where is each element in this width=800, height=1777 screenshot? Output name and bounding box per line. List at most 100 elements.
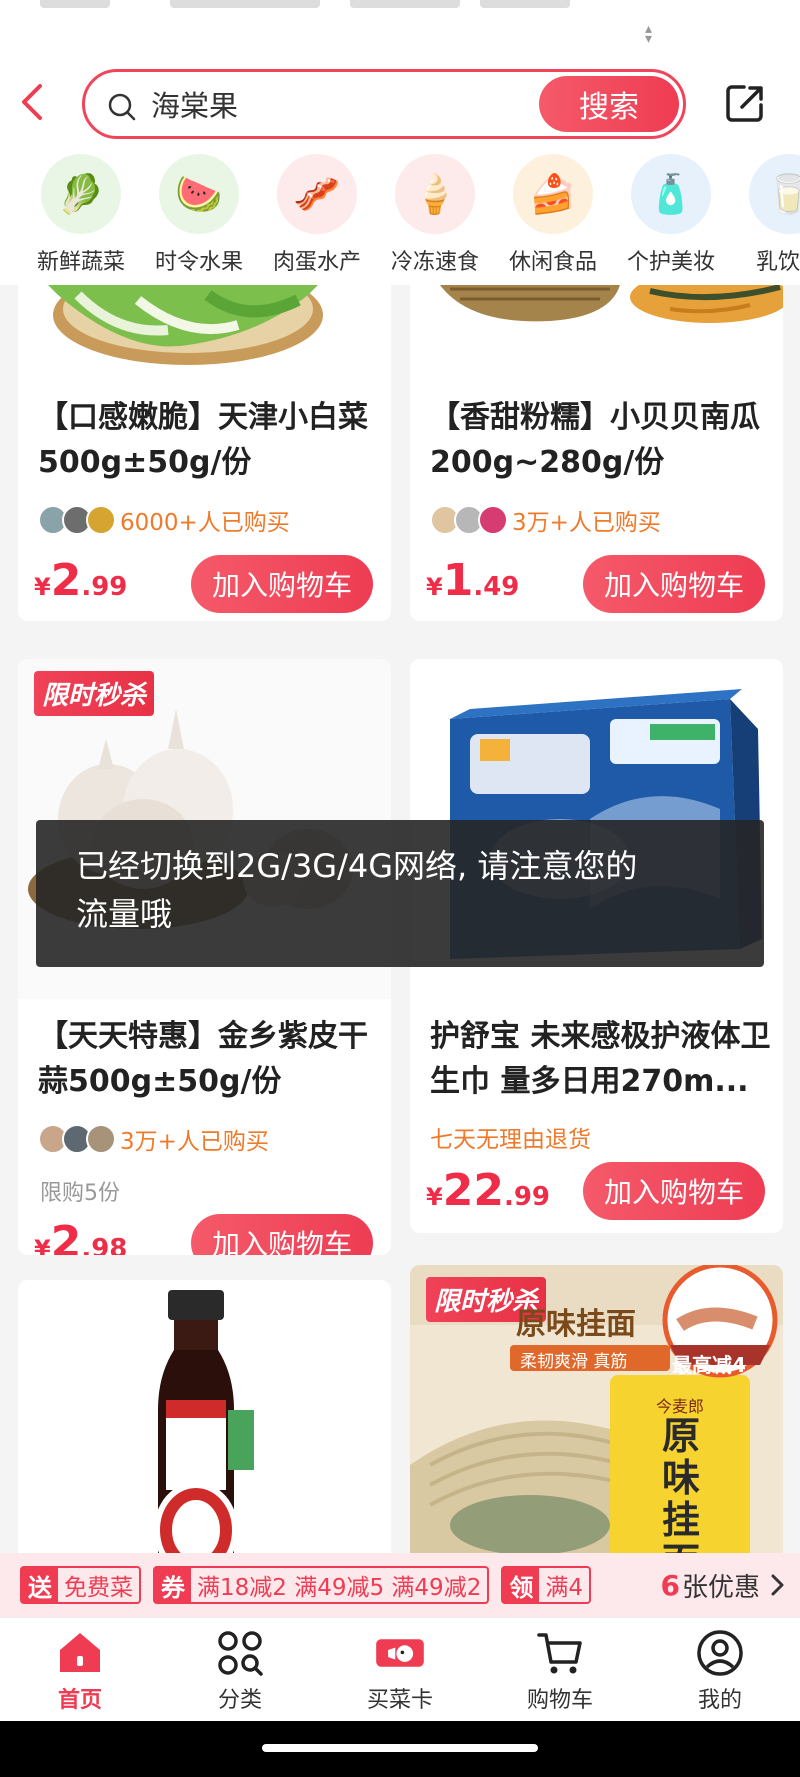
dairy-drink-icon: 🥛	[749, 154, 800, 234]
coupon-count-label: 张优惠	[681, 1572, 760, 1603]
chip-text: 满18减2 满49减5 满49减2	[197, 1575, 482, 1601]
status-item	[40, 0, 110, 8]
coupon-chip[interactable]: 券 满18减2 满49减5 满49减2	[153, 1566, 490, 1604]
product-title: 【香甜粉糯】小贝贝南瓜 200g~280g/份	[430, 400, 760, 480]
category-snacks[interactable]: 🍰 休闲食品	[494, 145, 612, 285]
chip-tag: 领	[503, 1568, 540, 1602]
chevron-right-icon	[771, 1574, 784, 1596]
product-image	[440, 285, 783, 323]
price-decimal: .98	[81, 1234, 128, 1255]
product-image	[154, 1290, 254, 1555]
avatar	[86, 505, 116, 535]
category-bar: 🥬 新鲜蔬菜 🍉 时令水果 🥓 肉蛋水产 🍦 冷冻速食 🍰 休闲食品 🧴 个护美…	[0, 145, 800, 285]
price: ¥22.99	[426, 1165, 550, 1216]
bottom-nav: 首页 分类 买菜卡 购物车 我的	[0, 1617, 800, 1721]
free-veg-chip[interactable]: 送 免费菜	[20, 1566, 141, 1604]
search-input[interactable]	[151, 86, 451, 122]
category-label: 休闲食品	[508, 250, 597, 275]
claim-chip[interactable]: 领 满4	[501, 1566, 591, 1604]
product-title: 【口感嫩脆】天津小白菜500g±50g/份	[38, 400, 368, 480]
product-title: 护舒宝 未来感极护液体卫生巾 量多日用270m...	[430, 1019, 771, 1099]
back-button[interactable]	[14, 80, 54, 124]
product-image	[48, 285, 323, 365]
category-frozen[interactable]: 🍦 冷冻速食	[376, 145, 494, 285]
product-card[interactable]: 【口感嫩脆】天津小白菜500g±50g/份 6000+人已购买 ¥2.99 加入…	[18, 285, 391, 621]
search-header: 搜索	[0, 60, 800, 145]
home-indicator[interactable]	[262, 1744, 538, 1752]
nav-category[interactable]: 分类	[160, 1618, 320, 1721]
price: ¥2.99	[34, 555, 127, 606]
coupon-count: 6	[660, 1568, 680, 1602]
nav-cart[interactable]: 购物车	[480, 1618, 640, 1721]
nav-label: 买菜卡	[366, 1688, 433, 1713]
nav-label: 购物车	[526, 1688, 593, 1713]
buyers-row: 3万+人已购买	[430, 503, 661, 537]
product-card[interactable]: 限时秒杀 原味挂面 柔韧爽滑 真筋 最高减4 今麦郎 原味挂面	[410, 1265, 783, 1555]
promo-bar[interactable]: 送 免费菜 券 满18减2 满49减5 满49减2 领 满4 6 张优惠	[0, 1553, 800, 1617]
chip-tag: 送	[22, 1568, 58, 1602]
meat-icon: 🥓	[277, 154, 357, 234]
category-label: 时令水果	[154, 250, 243, 275]
add-to-cart-button[interactable]: 加入购物车	[583, 555, 765, 613]
category-label: 个护美妆	[626, 250, 715, 275]
noodle-pack-name: 原味挂面	[662, 1414, 701, 1555]
fruit-icon: 🍉	[159, 154, 239, 234]
vegetable-icon: 🥬	[41, 154, 121, 234]
category-fruits[interactable]: 🍉 时令水果	[140, 145, 258, 285]
status-item	[480, 0, 570, 8]
toast-line: 流量哦	[76, 895, 173, 933]
chip-tag: 券	[155, 1568, 191, 1602]
sort-arrows-icon[interactable]: ▴ ▾	[645, 22, 652, 46]
chevron-left-icon	[22, 84, 42, 120]
price-integer: 2	[50, 1217, 82, 1255]
purchase-limit: 限购5份	[40, 1181, 120, 1206]
category-vegetables[interactable]: 🥬 新鲜蔬菜	[22, 145, 140, 285]
add-to-cart-button[interactable]: 加入购物车	[583, 1162, 765, 1220]
nav-home[interactable]: 首页	[0, 1618, 160, 1721]
buyers-count: 3万+人已购买	[512, 510, 661, 536]
chip-text: 免费菜	[64, 1575, 133, 1601]
price-integer: 2	[50, 555, 82, 606]
toast-line: 已经切换到2G/3G/4G网络, 请注意您的	[76, 847, 638, 885]
buyers-row: 3万+人已购买	[38, 1122, 269, 1156]
status-item	[350, 0, 460, 8]
category-meat[interactable]: 🥓 肉蛋水产	[258, 145, 376, 285]
price: ¥1.49	[426, 555, 519, 606]
share-icon	[726, 85, 763, 122]
network-toast: 已经切换到2G/3G/4G网络, 请注意您的 流量哦	[36, 820, 764, 967]
nav-grocery-card[interactable]: 买菜卡	[320, 1618, 480, 1721]
personal-care-icon: 🧴	[631, 154, 711, 234]
add-to-cart-button[interactable]: 加入购物车	[191, 555, 373, 613]
more-coupons-link[interactable]: 6 张优惠	[650, 1553, 800, 1617]
nav-label: 我的	[697, 1688, 742, 1713]
price-symbol: ¥	[34, 1235, 51, 1255]
search-box[interactable]: 搜索	[82, 69, 686, 139]
product-card[interactable]	[18, 1280, 391, 1555]
price-decimal: .99	[503, 1182, 550, 1212]
product-card[interactable]: 【香甜粉糯】小贝贝南瓜 200g~280g/份 3万+人已购买 ¥1.49 加入…	[410, 285, 783, 621]
category-label: 肉蛋水产	[272, 250, 361, 275]
category-label: 新鲜蔬菜	[36, 250, 125, 275]
price-symbol: ¥	[34, 573, 51, 601]
search-button[interactable]: 搜索	[539, 76, 679, 132]
product-title: 【天天特惠】金乡紫皮干蒜500g±50g/份	[38, 1019, 368, 1099]
system-nav-bar	[0, 1721, 800, 1777]
nav-profile[interactable]: 我的	[640, 1618, 800, 1721]
home-icon	[55, 1628, 105, 1678]
category-dairy[interactable]: 🥛 乳饮酒	[730, 145, 800, 285]
add-to-cart-button[interactable]: 加入购物车	[191, 1214, 373, 1255]
price-integer: 22	[442, 1165, 504, 1216]
discount-badge: 最高减4	[672, 1353, 746, 1377]
buyers-row: 6000+人已购买	[38, 503, 290, 537]
category-personal-care[interactable]: 🧴 个护美妆	[612, 145, 730, 285]
price-decimal: .49	[473, 572, 520, 602]
noodle-subtitle: 柔韧爽滑 真筋	[520, 1352, 628, 1372]
price-integer: 1	[442, 555, 474, 606]
category-icon	[215, 1628, 265, 1678]
avatar	[86, 1124, 116, 1154]
share-button[interactable]	[720, 78, 770, 128]
frozen-food-icon: 🍦	[395, 154, 475, 234]
status-strip: ▴ ▾	[0, 0, 800, 60]
nav-label: 首页	[57, 1688, 102, 1713]
price-symbol: ¥	[426, 1183, 443, 1211]
